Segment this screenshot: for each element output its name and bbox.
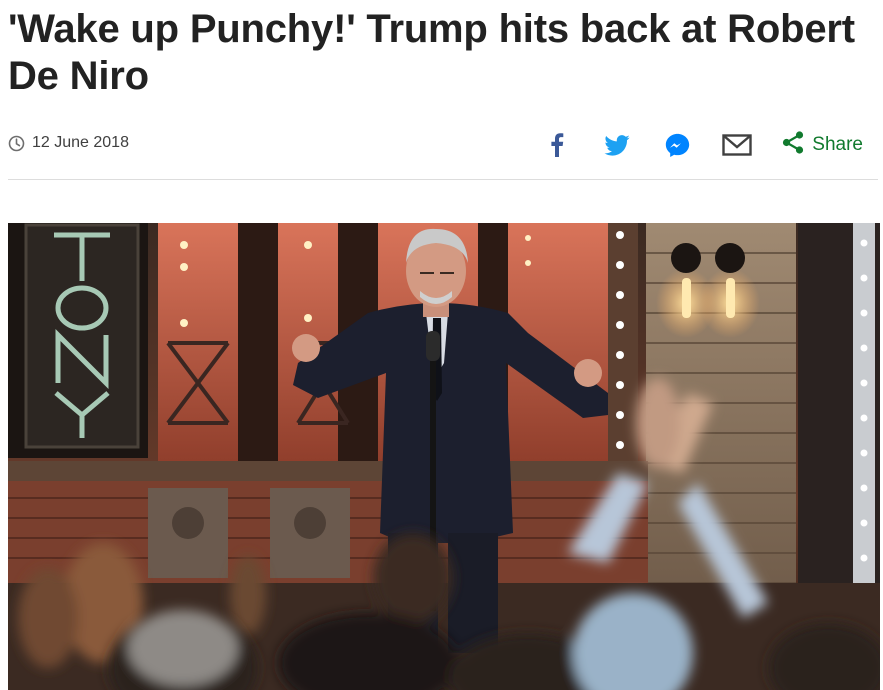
share-tools: Share <box>540 128 863 162</box>
article-photo <box>8 223 880 690</box>
messenger-share-button[interactable] <box>660 128 694 162</box>
facebook-icon <box>550 133 564 157</box>
email-icon <box>722 134 752 156</box>
article-headline: 'Wake up Punchy!' Trump hits back at Rob… <box>8 7 855 98</box>
share-button[interactable]: Share <box>782 130 863 160</box>
messenger-icon <box>665 133 690 158</box>
article-date: 12 June 2018 <box>8 134 129 152</box>
clock-icon <box>8 135 25 152</box>
share-icon <box>782 130 804 160</box>
article-page: 'Wake up Punchy!' Trump hits back at Rob… <box>0 0 883 690</box>
date-text: 12 June 2018 <box>32 134 129 151</box>
meta-divider <box>8 179 878 180</box>
email-share-button[interactable] <box>720 128 754 162</box>
share-label: Share <box>812 134 863 155</box>
twitter-share-button[interactable] <box>600 128 634 162</box>
twitter-icon <box>604 134 630 156</box>
article-meta: 12 June 2018 Share <box>8 128 878 162</box>
facebook-share-button[interactable] <box>540 128 574 162</box>
